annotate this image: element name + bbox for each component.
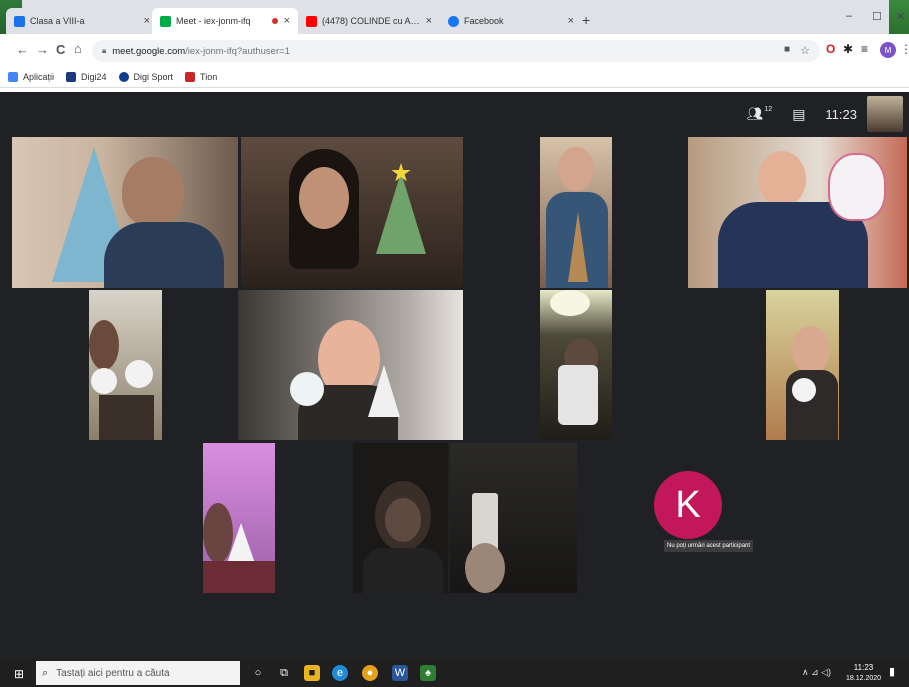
bookmark-label: Digi Sport	[133, 71, 174, 82]
bookmark-label: Tion	[200, 71, 218, 82]
meet-header: 👥︎ 12 ▤ 11:23	[719, 92, 909, 136]
tab-strip: Clasa a VIII-a × Meet - iex-jonm-ifq × (…	[0, 0, 909, 60]
menu-icon[interactable]: ⋮	[900, 42, 909, 56]
bookmark-digi24[interactable]: Digi24	[66, 71, 107, 82]
meet-icon	[160, 15, 171, 27]
participant-video[interactable]	[540, 290, 612, 440]
tab-youtube[interactable]: (4478) COLINDE cu Ancha Fuego ×	[298, 8, 440, 34]
tab-clasa[interactable]: Clasa a VIII-a ×	[6, 8, 158, 34]
search-placeholder: Tastați aici pentru a căuta	[56, 667, 170, 679]
digi24-icon	[66, 71, 77, 82]
clock-date: 18.12.2020	[846, 675, 882, 682]
participant-video[interactable]	[238, 290, 463, 440]
apps-grid-icon	[8, 71, 18, 82]
close-icon[interactable]: ×	[144, 15, 150, 27]
chrome-icon[interactable]: ●	[362, 665, 378, 681]
close-icon[interactable]: ×	[568, 15, 574, 27]
opera-icon[interactable]: O	[826, 42, 835, 56]
edge-icon[interactable]: e	[332, 665, 348, 681]
facebook-icon	[448, 15, 459, 27]
home-button[interactable]: ⌂	[74, 41, 82, 56]
tab-title: Facebook	[464, 16, 504, 26]
participant-note: Nu poți urmări acest participant	[664, 540, 754, 552]
tab-facebook[interactable]: Facebook ×	[440, 8, 582, 34]
youtube-icon	[306, 15, 317, 27]
participant-video[interactable]	[241, 137, 463, 288]
participant-video[interactable]	[688, 137, 907, 288]
chat-icon[interactable]: ▤	[792, 106, 805, 123]
camera-icon[interactable]: ■	[784, 44, 790, 55]
tion-icon	[185, 71, 196, 82]
bookmark-digisport[interactable]: Digi Sport	[118, 71, 174, 82]
word-icon[interactable]: W	[392, 665, 408, 681]
close-icon[interactable]: ×	[426, 15, 432, 27]
star-icon[interactable]: ☆	[800, 44, 810, 57]
task-view-icon[interactable]: ⧉	[276, 665, 292, 681]
windows-start-icon[interactable]: ⊞	[14, 667, 24, 681]
participant-video[interactable]	[540, 137, 612, 288]
extension-icon[interactable]: ✱	[843, 42, 853, 56]
screen: Clasa a VIII-a × Meet - iex-jonm-ifq × (…	[0, 0, 909, 687]
close-icon[interactable]: ×	[284, 15, 290, 27]
notification-icon[interactable]: ▮	[889, 665, 895, 678]
new-tab-button[interactable]: +	[582, 12, 590, 28]
participant-video[interactable]	[89, 290, 162, 440]
bookmarks-bar: Aplicații Digi24 Digi Sport Tion	[0, 66, 909, 88]
clock-time: 11:23	[853, 663, 874, 672]
participant-video[interactable]	[203, 443, 275, 593]
minimize-button[interactable]: –	[846, 10, 852, 22]
participant-avatar[interactable]: K	[654, 471, 722, 539]
participant-video[interactable]	[450, 443, 577, 593]
forward-button[interactable]: →	[36, 42, 49, 57]
self-view-video[interactable]	[867, 96, 903, 132]
taskbar-clock[interactable]: 11:23 18.12.2020	[846, 662, 881, 684]
close-window-button[interactable]: ✕	[896, 10, 905, 23]
search-icon: ⌕	[42, 666, 49, 679]
maximize-button[interactable]: ☐	[872, 10, 882, 23]
file-explorer-icon[interactable]: ■	[304, 665, 320, 681]
tab-title: Clasa a VIII-a	[30, 16, 85, 26]
participant-video[interactable]	[12, 137, 238, 288]
lock-icon: 🔒︎	[102, 46, 107, 55]
tab-title: Meet - iex-jonm-ifq	[176, 16, 251, 26]
recording-dot-icon	[271, 18, 278, 24]
address-bar[interactable]: 🔒︎ meet.google.com /iex-jonm-ifq?authuse…	[92, 40, 820, 62]
url-host: meet.google.com	[112, 45, 186, 57]
participants-count: 12	[764, 106, 773, 113]
profile-avatar[interactable]: M	[880, 42, 896, 58]
taskbar-search-box[interactable]: ⌕ Tastați aici pentru a căuta	[36, 661, 240, 685]
participant-video[interactable]	[766, 290, 839, 440]
tab-title: (4478) COLINDE cu Ancha Fuego	[322, 16, 420, 26]
people-icon: 👥︎	[746, 106, 764, 121]
reload-button[interactable]: C	[56, 42, 65, 57]
meet-time: 11:23	[825, 106, 857, 122]
tab-meet[interactable]: Meet - iex-jonm-ifq ×	[152, 8, 298, 34]
bookmark-apps[interactable]: Aplicații	[8, 71, 55, 82]
digisport-icon	[118, 71, 129, 82]
bookmark-label: Digi24	[81, 71, 107, 82]
bookmark-tion[interactable]: Tion	[185, 71, 218, 82]
app-icon[interactable]: ♠	[420, 665, 436, 681]
classroom-icon	[14, 15, 25, 27]
bookmark-label: Aplicații	[23, 71, 55, 82]
url-path: /iex-jonm-ifq?authuser=1	[185, 45, 290, 57]
participant-video[interactable]	[353, 443, 448, 593]
reading-list-icon[interactable]: ≡	[861, 42, 868, 56]
system-tray[interactable]: ∧ ⊿ ◁)	[802, 667, 831, 678]
cortana-icon[interactable]: ○	[250, 665, 266, 681]
back-button[interactable]: ←	[16, 42, 29, 57]
windows-taskbar: ⊞ ⌕ Tastați aici pentru a căuta ○ ⧉ ■ e …	[0, 659, 909, 687]
participants-button[interactable]: 👥︎ 12	[747, 106, 772, 122]
